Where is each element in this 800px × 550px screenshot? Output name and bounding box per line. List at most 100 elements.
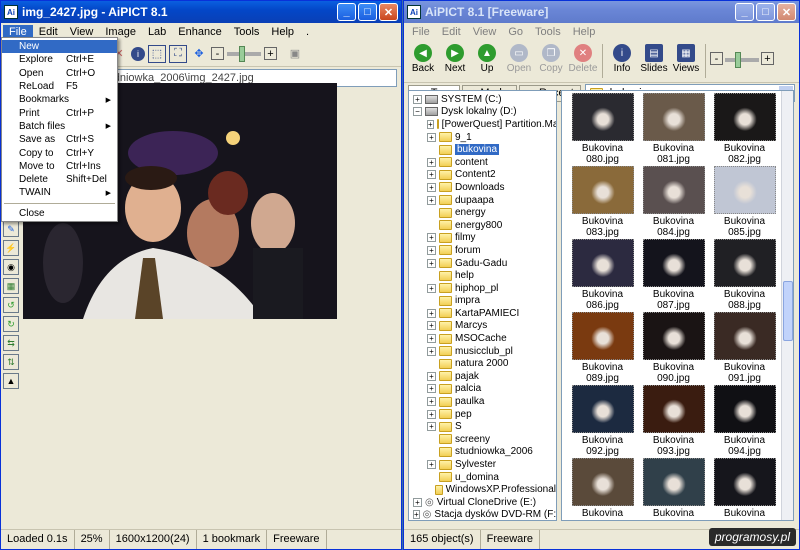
tree-item[interactable]: + MSOCache <box>409 332 556 345</box>
thumbnail-item[interactable]: Bukovina 086.jpg <box>568 239 637 312</box>
thumbnail-item[interactable]: Bukovina 084.jpg <box>639 166 708 239</box>
file-menu-item-explore[interactable]: Explore Ctrl+E <box>2 53 117 66</box>
thumbnail-item[interactable]: Bukovina 094.jpg <box>710 385 779 458</box>
tree-item[interactable]: + ◎ Stacja dysków DVD-RM (F:) <box>409 509 556 520</box>
thumbnail-item[interactable]: Bukovina 082.jpg <box>710 93 779 166</box>
menu-help[interactable]: Help <box>567 25 602 39</box>
thumbnail-item[interactable]: Bukovina 090.jpg <box>639 312 708 385</box>
tree-item[interactable]: + [PowerQuest] Partition.Ma <box>409 118 556 131</box>
zoom-in-button[interactable]: + <box>264 47 277 60</box>
rotate-left-icon[interactable]: ↺ <box>3 297 19 313</box>
pencil-icon[interactable]: ✎ <box>3 221 19 237</box>
tree-item[interactable]: energy <box>409 206 556 219</box>
tree-item[interactable]: impra <box>409 295 556 308</box>
thumbnail-item[interactable]: Bukovina 091.jpg <box>710 312 779 385</box>
menu-enhance[interactable]: Enhance <box>172 25 227 39</box>
expand-icon[interactable]: + <box>427 334 436 344</box>
tree-item[interactable]: natura 2000 <box>409 357 556 370</box>
close-button[interactable]: ✕ <box>379 3 398 21</box>
tree-item[interactable]: + hiphop_pl <box>409 282 556 295</box>
copy-button[interactable]: ❐ Copy <box>536 44 566 74</box>
next-button[interactable]: ▶ Next <box>440 44 470 74</box>
menu-extra[interactable]: . <box>300 25 315 39</box>
tree-item[interactable]: energy800 <box>409 219 556 232</box>
scrollbar-thumb[interactable] <box>783 281 793 341</box>
thumbnail-item[interactable]: Bukovina <box>710 458 779 520</box>
tree-item[interactable]: help <box>409 269 556 282</box>
zoom-out-button[interactable]: - <box>211 47 224 60</box>
expand-icon[interactable]: + <box>427 119 434 129</box>
back-button[interactable]: ◀ Back <box>408 44 438 74</box>
tree-item[interactable]: studniowka_2006 <box>409 446 556 459</box>
thumbnail-scrollbar[interactable] <box>781 91 793 520</box>
tree-item[interactable]: screeny <box>409 433 556 446</box>
file-menu-item-reload[interactable]: ReLoad F5 <box>2 80 117 93</box>
thumbnail-item[interactable]: Bukovina 089.jpg <box>568 312 637 385</box>
open-button[interactable]: ▭ Open <box>504 44 534 74</box>
file-menu-item-bookmarks[interactable]: Bookmarks ▶ <box>2 93 117 106</box>
histogram-icon[interactable]: ▲ <box>3 373 19 389</box>
tree-item[interactable]: + pep <box>409 408 556 421</box>
expand-icon[interactable]: + <box>427 132 436 142</box>
maximize-button[interactable]: □ <box>358 3 377 21</box>
expand-icon[interactable]: + <box>427 371 436 381</box>
zoom-in-button[interactable]: + <box>761 52 774 65</box>
tree-item[interactable]: + Gadu-Gadu <box>409 257 556 270</box>
tree-item[interactable]: + SYSTEM (C:) <box>409 93 556 106</box>
browser-titlebar[interactable]: Ai AiPICT 8.1 [Freeware] _ □ ✕ <box>404 1 799 23</box>
expand-icon[interactable]: + <box>427 409 436 419</box>
slides-button[interactable]: ▤ Slides <box>639 44 669 74</box>
move-arrows-icon[interactable]: ✥ <box>190 45 208 63</box>
thumbnail-item[interactable]: Bukovina <box>639 458 708 520</box>
menu-edit[interactable]: Edit <box>436 25 467 39</box>
minimize-button[interactable]: _ <box>337 3 356 21</box>
menu-view[interactable]: View <box>467 25 503 39</box>
file-menu-item-copy-to[interactable]: Copy to Ctrl+Y <box>2 146 117 159</box>
fullscreen-icon[interactable]: ▣ <box>286 45 304 63</box>
thumbnail-item[interactable]: Bukovina <box>568 458 637 520</box>
menu-help[interactable]: Help <box>265 25 300 39</box>
file-menu-item-batch-files[interactable]: Batch files ▶ <box>2 120 117 133</box>
expand-icon[interactable]: + <box>427 384 436 394</box>
zoom-slider[interactable] <box>227 45 261 62</box>
zoom-out-button[interactable]: - <box>710 52 723 65</box>
file-menu-item-new[interactable]: New <box>2 40 117 54</box>
thumbnail-item[interactable]: Bukovina 083.jpg <box>568 166 637 239</box>
tree-item[interactable]: + musicclub_pl <box>409 345 556 358</box>
expand-icon[interactable]: + <box>427 233 436 243</box>
thumbnail-item[interactable]: Bukovina 085.jpg <box>710 166 779 239</box>
file-menu-item-close[interactable]: Close <box>2 207 117 220</box>
file-menu-item-print[interactable]: Print Ctrl+P <box>2 106 117 119</box>
tree-item[interactable]: + pajak <box>409 370 556 383</box>
crop-icon[interactable]: ▦ <box>3 278 19 294</box>
expand-icon[interactable]: + <box>427 422 436 432</box>
expand-icon[interactable]: + <box>427 157 436 167</box>
tree-item[interactable]: + Downloads <box>409 181 556 194</box>
expand-icon[interactable]: + <box>427 346 436 356</box>
redeye-icon[interactable]: ◉ <box>3 259 19 275</box>
expand-icon[interactable]: + <box>427 258 436 268</box>
expand-icon[interactable]: + <box>427 195 436 205</box>
expand-icon[interactable]: + <box>427 182 436 192</box>
tree-item[interactable]: u_domina <box>409 471 556 484</box>
thumbnail-item[interactable]: Bukovina 088.jpg <box>710 239 779 312</box>
file-menu-item-twain[interactable]: TWAIN ▶ <box>2 186 117 199</box>
tree-item[interactable]: + paulka <box>409 395 556 408</box>
tree-item[interactable]: +9_1 <box>409 131 556 144</box>
menu-file[interactable]: File <box>406 25 436 39</box>
file-menu-item-save-as[interactable]: Save as Ctrl+S <box>2 133 117 146</box>
tree-item[interactable]: WindowsXP.Professional <box>409 483 556 496</box>
menu-tools[interactable]: Tools <box>529 25 567 39</box>
expand-icon[interactable]: + <box>413 497 422 507</box>
tree-item[interactable]: + KartaPAMIECI <box>409 307 556 320</box>
tree-item[interactable]: + Marcys <box>409 320 556 333</box>
thumbnail-item[interactable]: Bukovina 081.jpg <box>639 93 708 166</box>
thumbnail-item[interactable]: Bukovina 080.jpg <box>568 93 637 166</box>
info-button[interactable]: i Info <box>607 44 637 74</box>
up-button[interactable]: ▲ Up <box>472 44 502 74</box>
expand-icon[interactable]: + <box>427 397 436 407</box>
tree-item[interactable]: + ◎ Virtual CloneDrive (E:) <box>409 496 556 509</box>
expand-icon[interactable]: + <box>413 94 422 104</box>
zoom-fit-icon[interactable]: ⛶ <box>169 44 187 63</box>
viewer-titlebar[interactable]: Ai img_2427.jpg - AiPICT 8.1 _ □ ✕ <box>1 1 401 23</box>
